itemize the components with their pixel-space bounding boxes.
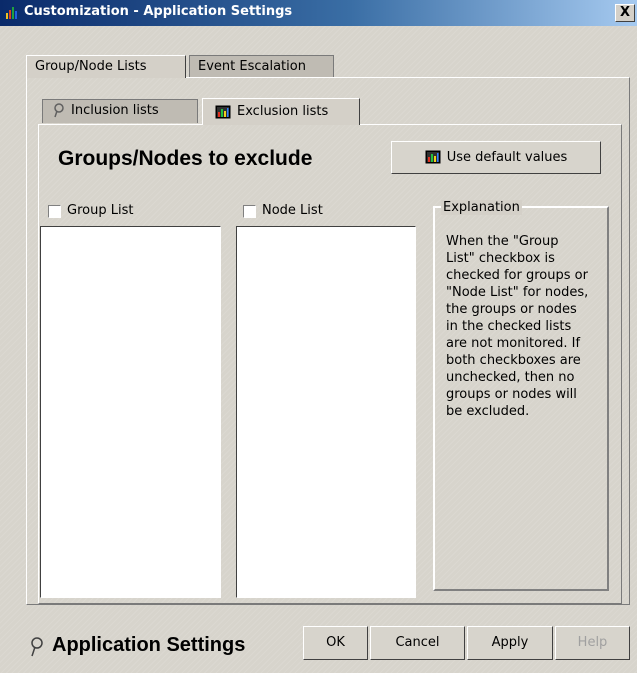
footer-title: Application Settings — [52, 634, 246, 656]
explanation-text: When the "Group List" checkbox is checke… — [446, 234, 589, 419]
use-default-values-label: Use default values — [446, 150, 568, 165]
tab-exclusion-lists[interactable]: Exclusion lists — [202, 98, 360, 125]
group-list-label: Group List — [67, 203, 134, 218]
tab-inclusion-lists[interactable]: Inclusion lists — [42, 99, 198, 123]
cancel-button[interactable]: Cancel — [370, 626, 465, 660]
group-list-checkbox[interactable] — [48, 205, 61, 218]
window-title: Customization - Application Settings — [24, 4, 293, 19]
explanation-title: Explanation — [441, 200, 522, 215]
ok-button[interactable]: OK — [303, 626, 368, 660]
dialog-window: Customization - Application Settings X G… — [0, 0, 637, 673]
node-list-box[interactable] — [236, 226, 416, 598]
tab-inclusion-lists-label: Inclusion lists — [71, 103, 159, 118]
help-button[interactable]: Help — [555, 626, 630, 660]
monitor-chart-icon — [215, 105, 231, 118]
use-default-values-button[interactable]: Use default values — [391, 141, 601, 174]
tab-exclusion-lists-label: Exclusion lists — [237, 104, 329, 119]
title-bar[interactable]: Customization - Application Settings X — [0, 0, 637, 26]
apply-button[interactable]: Apply — [467, 626, 553, 660]
node-list-checkbox[interactable] — [243, 205, 256, 218]
bar-chart-icon — [6, 7, 17, 19]
node-list-label: Node List — [262, 203, 323, 218]
panel-heading: Groups/Nodes to exclude — [58, 147, 313, 170]
pushpin-icon — [31, 637, 43, 657]
group-list-box[interactable] — [40, 226, 221, 598]
pushpin-icon — [54, 103, 64, 118]
tab-event-escalation[interactable]: Event Escalation — [189, 55, 334, 77]
monitor-chart-icon — [425, 150, 441, 163]
tab-group-node-lists[interactable]: Group/Node Lists — [26, 55, 186, 78]
close-button[interactable]: X — [615, 4, 635, 22]
